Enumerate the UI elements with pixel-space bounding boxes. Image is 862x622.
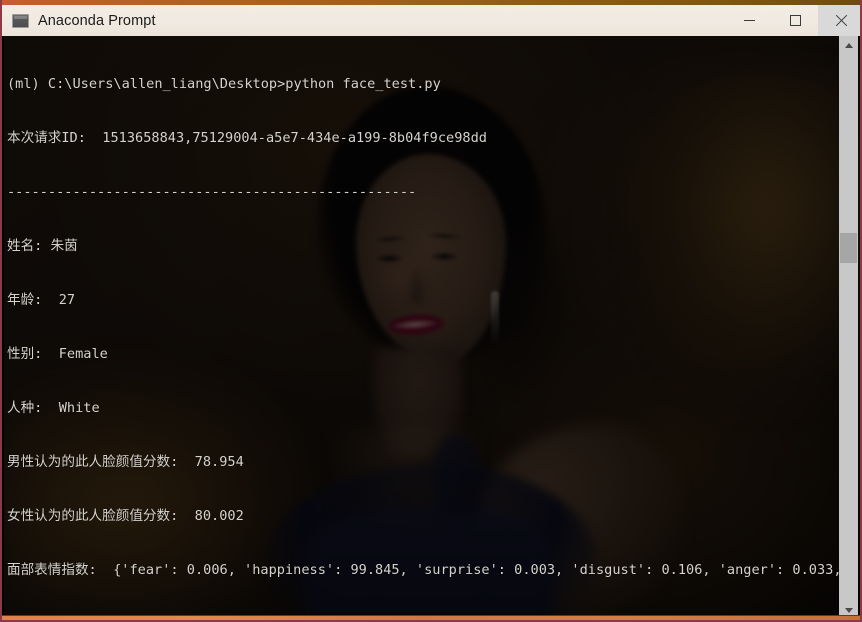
console-line: 男性认为的此人脸颜值分数: 78.954 bbox=[7, 454, 244, 470]
console-line: 本次请求ID: 1513658843,75129004-a5e7-434e-a1… bbox=[7, 130, 487, 146]
console-line: 年龄: 27 bbox=[7, 292, 76, 308]
scrollbar-thumb[interactable] bbox=[840, 233, 857, 263]
minimize-icon bbox=[743, 20, 755, 21]
window-controls bbox=[726, 5, 860, 36]
minimize-button[interactable] bbox=[726, 5, 772, 36]
window-title: Anaconda Prompt bbox=[38, 12, 156, 29]
console-output[interactable]: (ml) C:\Users\allen_liang\Desktop>python… bbox=[4, 36, 842, 620]
console-icon bbox=[12, 13, 29, 28]
close-icon bbox=[835, 14, 848, 27]
console-line: 面部表情指数: {'fear': 0.006, 'happiness': 99.… bbox=[7, 562, 842, 578]
console-line: (ml) C:\Users\allen_liang\Desktop>python… bbox=[7, 76, 441, 92]
scroll-down-icon bbox=[844, 608, 853, 613]
scrollbar-track[interactable] bbox=[839, 55, 858, 601]
anaconda-prompt-window[interactable]: Anaconda Prompt (ml) C:\Users\allen_lian… bbox=[0, 0, 862, 622]
window-top-accent bbox=[2, 0, 860, 5]
console-line: ----------------------------------------… bbox=[7, 184, 417, 200]
console-line: 女性认为的此人脸颜值分数: 80.002 bbox=[7, 508, 244, 524]
maximize-button[interactable] bbox=[772, 5, 818, 36]
console-line: 姓名: 朱茵 bbox=[7, 238, 78, 254]
console-line: 性别: Female bbox=[7, 346, 108, 362]
close-button[interactable] bbox=[818, 5, 860, 36]
title-bar[interactable]: Anaconda Prompt bbox=[2, 5, 860, 36]
console-client-area[interactable]: (ml) C:\Users\allen_liang\Desktop>python… bbox=[4, 36, 860, 620]
window-bottom-accent bbox=[2, 616, 860, 620]
maximize-icon bbox=[789, 15, 801, 26]
vertical-scrollbar[interactable] bbox=[839, 36, 858, 620]
console-line: 人种: White bbox=[7, 400, 100, 416]
scroll-up-button[interactable] bbox=[839, 36, 858, 55]
scroll-up-icon bbox=[844, 43, 853, 48]
